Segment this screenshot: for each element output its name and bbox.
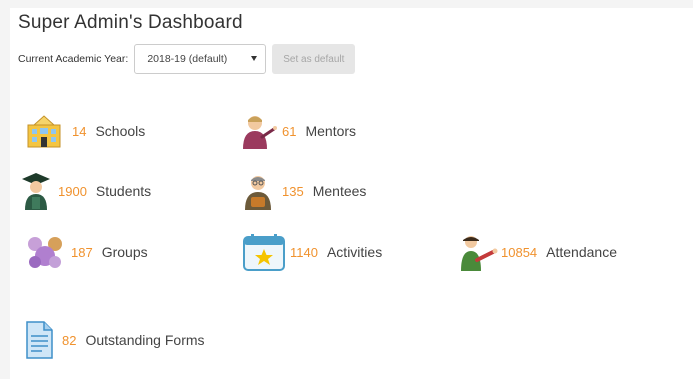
stat-attendance[interactable]: 10854 Attendance	[459, 232, 617, 272]
stat-students[interactable]: 1900 Students	[16, 171, 151, 211]
mentor-icon	[240, 111, 280, 151]
attendance-icon	[459, 232, 499, 272]
stat-schools[interactable]: 14 Schools	[24, 111, 145, 151]
stat-label: Activities	[326, 244, 383, 260]
stat-label: Schools	[95, 123, 146, 139]
stat-outstanding-forms[interactable]: 82 Outstanding Forms	[22, 320, 205, 360]
stat-label: Groups	[101, 244, 148, 260]
stat-label: Attendance	[546, 244, 617, 260]
stat-mentors[interactable]: 61 Mentors	[240, 111, 356, 151]
stat-label: Mentors	[305, 123, 357, 139]
caret-down-icon	[251, 56, 258, 61]
stat-value: 135	[282, 183, 304, 199]
academic-year-select[interactable]: 2018-19 (default)	[134, 44, 267, 74]
calendar-icon	[242, 232, 286, 272]
academic-year-label: Current Academic Year:	[18, 53, 129, 65]
academic-year-row: Current Academic Year: 2018-19 (default)…	[18, 44, 356, 74]
stat-mentees[interactable]: 135 Mentees	[240, 171, 366, 211]
stat-value: 1140	[290, 244, 318, 260]
graduate-student-icon	[16, 171, 56, 211]
stat-value: 61	[282, 123, 297, 139]
stat-activities[interactable]: 1140 Activities	[242, 232, 382, 272]
document-icon	[22, 320, 56, 360]
stat-label: Students	[95, 183, 152, 199]
stat-label: Mentees	[312, 183, 367, 199]
academic-year-selected-value: 2018-19 (default)	[147, 53, 228, 65]
stat-value: 10854	[501, 244, 538, 260]
page-title: Super Admin's Dashboard	[18, 12, 243, 33]
group-icon	[25, 232, 65, 272]
stat-value: 187	[71, 244, 93, 260]
set-as-default-button[interactable]: Set as default	[272, 44, 356, 74]
stat-value: 14	[72, 123, 87, 139]
mentee-icon	[240, 171, 280, 211]
stat-label: Outstanding Forms	[85, 332, 205, 348]
stat-groups[interactable]: 187 Groups	[25, 232, 148, 272]
stat-value: 82	[62, 332, 77, 348]
school-building-icon	[24, 111, 64, 151]
stat-value: 1900	[58, 183, 87, 199]
